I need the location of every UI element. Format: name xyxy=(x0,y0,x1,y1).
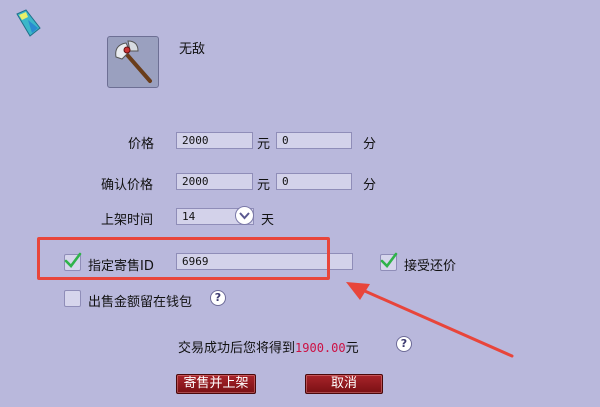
confirm-yuan-unit: 元 xyxy=(257,178,271,193)
consign-list-button[interactable]: 寄售并上架 xyxy=(176,374,256,394)
confirm-price-label: 确认价格 xyxy=(101,178,154,193)
chevron-down-icon[interactable] xyxy=(235,206,254,225)
keep-in-wallet-checkbox[interactable] xyxy=(64,290,81,307)
highlight-box xyxy=(37,237,330,280)
price-yuan-input[interactable]: 2000 xyxy=(176,132,253,149)
arrow-annotation xyxy=(346,282,514,358)
item-name: 无敌 xyxy=(179,42,206,57)
battle-axe-icon xyxy=(115,40,152,83)
price-label: 价格 xyxy=(128,137,155,152)
price-fen-input[interactable]: 0 xyxy=(276,132,352,149)
cancel-button[interactable]: 取消 xyxy=(305,374,383,394)
summary-amount: 1900.00 xyxy=(295,341,346,355)
price-yuan-unit: 元 xyxy=(257,137,271,152)
summary-suffix: 元 xyxy=(345,341,359,356)
confirm-fen-input[interactable]: 0 xyxy=(276,173,352,190)
confirm-yuan-input[interactable]: 2000 xyxy=(176,173,253,190)
listing-time-unit: 天 xyxy=(261,213,275,228)
help-icon-wallet[interactable]: ? xyxy=(210,290,226,306)
gem-icon xyxy=(16,9,41,37)
accept-counter-offer-checkbox[interactable] xyxy=(380,252,398,271)
checkmark-icon xyxy=(380,252,398,268)
accept-counter-offer-label: 接受还价 xyxy=(404,259,457,274)
summary-text: 交易成功后您将得到1900.00元 xyxy=(178,337,359,356)
price-fen-unit: 分 xyxy=(363,137,377,152)
listing-time-label: 上架时间 xyxy=(101,213,154,228)
summary-prefix: 交易成功后您将得到 xyxy=(178,341,296,356)
item-slot[interactable] xyxy=(107,36,159,88)
keep-in-wallet-label: 出售金额留在钱包 xyxy=(88,295,193,310)
listing-time-value: 14 xyxy=(182,210,196,223)
confirm-fen-unit: 分 xyxy=(363,178,377,193)
help-icon-summary[interactable]: ? xyxy=(396,336,412,352)
